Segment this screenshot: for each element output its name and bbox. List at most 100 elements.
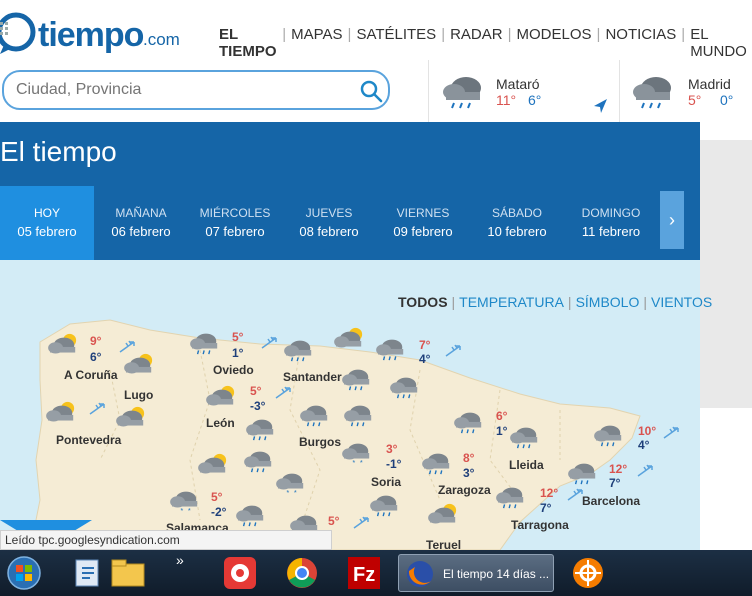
city-max-temp: 6° [496,409,508,423]
city-label[interactable]: Pontevedra [56,433,121,447]
header-divider [428,60,429,122]
wind-barb-icon [445,344,461,357]
rain-cloud-icon [284,340,312,362]
day-name: VIERNES [396,206,450,220]
browser-page: tiempo .com EL TIEMPO | MAPAS | SATÉLITES |… [0,0,752,596]
day-name: SÁBADO [491,206,542,220]
page-title: El tiempo [0,136,117,167]
chevron-right-icon: › [669,210,675,230]
wind-barb-icon [275,386,291,399]
rain-cloud-icon [246,419,274,441]
nav-radar[interactable]: RADAR [445,26,508,60]
rain-cloud-icon [370,495,398,517]
city-max-temp: 9° [90,334,102,348]
day-date: 09 febrero [393,224,453,239]
city-max-temp: 5° [232,330,244,344]
nav-noticias[interactable]: NOTICIAS [600,26,681,60]
sun-cloud-icon [334,327,363,348]
city-max-temp: 7° [419,338,431,352]
filter-todos[interactable]: TODOS [394,294,452,310]
tab-viernes[interactable]: VIERNES 09 febrero [376,186,470,260]
file-explorer-icon[interactable] [108,554,148,592]
browser-status-bar: Leído tpc.googlesyndication.com [0,530,332,550]
location-name: Madrid [688,76,731,92]
search-input[interactable] [16,78,336,102]
rain-cloud-icon [568,463,596,485]
saved-location-madrid[interactable]: Madrid 5° 0° [628,60,752,122]
filezilla-icon[interactable]: Fz [344,554,384,592]
nav-el-mundo[interactable]: EL MUNDO [685,26,752,60]
wind-barb-icon [119,340,135,353]
tab-jueves[interactable]: JUEVES 08 febrero [282,186,376,260]
snow-cloud-icon: ** [342,443,370,466]
rain-cloud-icon [454,412,482,434]
city-min-temp: 3° [463,466,475,480]
city-label[interactable]: Salamanca [166,521,229,530]
day-date: 07 febrero [205,224,265,239]
tab-manana[interactable]: MAÑANA 06 febrero [94,186,188,260]
rain-cloud-icon [300,405,328,427]
rain-cloud-icon [344,405,372,427]
city-label[interactable]: Zaragoza [438,483,491,497]
nav-el-tiempo[interactable]: EL TIEMPO [214,26,282,60]
city-max-temp: 5° [250,384,262,398]
tab-sabado[interactable]: SÁBADO 10 febrero [470,186,564,260]
nav-modelos[interactable]: MODELOS [512,26,597,60]
city-label[interactable]: Oviedo [213,363,254,377]
wind-barb-icon [663,426,679,439]
city-label[interactable]: Lleida [509,458,544,472]
site-header: tiempo .com EL TIEMPO | MAPAS | SATÉLITES |… [0,0,752,122]
firefox-window-title: El tiempo 14 días ... [443,567,550,581]
search-box [2,70,390,110]
day-name: JUEVES [305,206,353,220]
city-label[interactable]: Barcelona [582,494,640,508]
nav-satelites[interactable]: SATÉLITES [351,26,441,60]
location-max-temp: 11° [496,92,517,108]
svg-text:*: * [294,488,297,496]
city-label[interactable]: León [206,416,235,430]
location-min-temp: 6° [528,92,542,108]
day-name: MIÉRCOLES [199,206,271,220]
tab-domingo[interactable]: DOMINGO 11 febrero [564,186,658,260]
svg-text:*: * [286,488,289,496]
next-days-button[interactable]: › [660,191,684,249]
day-name: MAÑANA [115,206,167,220]
wind-barb-icon [89,402,105,415]
city-label[interactable]: A Coruña [64,368,118,382]
filter-temperatura[interactable]: TEMPERATURA [455,294,568,310]
day-date: 10 febrero [487,224,547,239]
helm-app-icon[interactable] [568,554,608,592]
search-icon[interactable] [358,78,384,104]
tab-miercoles[interactable]: MIÉRCOLES 07 febrero [188,186,282,260]
tab-hoy[interactable]: HOY 05 febrero [0,186,94,260]
svg-text:*: * [180,506,183,514]
red-app-icon[interactable] [220,554,260,592]
city-label[interactable]: Lugo [124,388,153,402]
nav-mapas[interactable]: MAPAS [286,26,347,60]
rain-cloud-icon [496,487,524,509]
rain-cloud-icon [342,369,370,391]
filter-simbolo[interactable]: SÍMBOLO [572,294,644,310]
city-min-temp: -3° [250,399,266,413]
wind-barb-icon [353,516,369,529]
saved-location-mataro[interactable]: Mataró 11° 6° [438,60,618,122]
rain-cloud-icon [244,451,272,473]
firefox-taskbar-button[interactable]: El tiempo 14 días ... [398,554,554,592]
city-label[interactable]: Soria [371,475,401,489]
chrome-icon[interactable] [282,554,322,592]
taskbar-overflow-icon[interactable]: » [176,552,184,568]
start-button-icon[interactable] [4,554,44,592]
side-panel-lower [700,408,752,550]
location-max-temp: 5° [688,92,702,108]
document-app-icon[interactable] [68,554,108,592]
sun-cloud-icon [46,401,75,422]
city-max-temp: 12° [540,486,559,500]
city-label[interactable]: Burgos [299,435,341,449]
city-max-temp: 12° [609,462,628,476]
city-min-temp: 7° [540,501,552,515]
filter-vientos[interactable]: VIENTOS [647,294,716,310]
wind-barb-icon [637,464,653,477]
city-label[interactable]: Tarragona [511,518,569,532]
location-arrow-icon[interactable] [592,98,608,114]
city-label[interactable]: Santander [283,370,342,384]
